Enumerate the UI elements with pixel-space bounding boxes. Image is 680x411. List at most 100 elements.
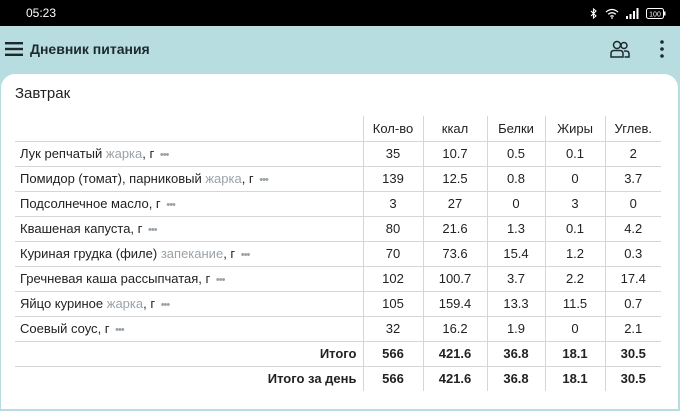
protein-cell: 1.3 <box>486 215 546 242</box>
day-total-carbs: 30.5 <box>604 365 661 391</box>
protein-cell: 15.4 <box>486 240 546 267</box>
carbs-cell: 0.7 <box>604 290 661 317</box>
menu-button[interactable] <box>1 26 27 72</box>
table-row[interactable]: Лук репчатый жарка, г ••• 35 10.7 0.5 0.… <box>15 140 661 167</box>
people-icon <box>610 40 630 58</box>
fat-cell: 0.1 <box>544 215 606 242</box>
protein-cell: 0.8 <box>486 165 546 192</box>
food-name: Куриная грудка (филе) <box>20 246 158 261</box>
meal-total-row: Итого 566 421.6 36.8 18.1 30.5 <box>15 340 661 367</box>
table-row[interactable]: Квашеная капуста, г ••• 80 21.6 1.3 0.1 … <box>15 215 661 242</box>
more-horizontal-icon[interactable]: ••• <box>115 324 125 336</box>
qty-cell: 3 <box>362 190 424 217</box>
status-bar: 05:23 100 <box>0 0 680 26</box>
total-carbs: 30.5 <box>604 340 661 367</box>
total-protein: 36.8 <box>486 340 546 367</box>
food-unit: , г <box>241 171 254 186</box>
more-horizontal-icon[interactable]: ••• <box>166 199 176 211</box>
nutrition-table: Кол-во ккал Белки Жиры Углев. Лук репчат… <box>15 116 661 391</box>
day-total-protein: 36.8 <box>486 365 546 391</box>
food-name-cell: Куриная грудка (филе) запекание, г ••• <box>15 240 364 267</box>
food-name-cell: Квашеная капуста, г ••• <box>15 215 364 242</box>
food-unit: , г <box>223 246 236 261</box>
header-qty: Кол-во <box>362 116 424 142</box>
food-name: Гречневая каша рассыпчатая <box>20 271 199 286</box>
more-horizontal-icon[interactable]: ••• <box>216 274 226 286</box>
signal-icon <box>626 7 639 19</box>
food-name-cell: Соевый соус, г ••• <box>15 315 364 342</box>
status-time: 05:23 <box>26 6 57 20</box>
food-name: Квашеная капуста <box>20 221 131 236</box>
kcal-cell: 10.7 <box>422 140 488 167</box>
protein-cell: 3.7 <box>486 265 546 292</box>
kcal-cell: 12.5 <box>422 165 488 192</box>
food-unit: , г <box>143 296 156 311</box>
header-protein: Белки <box>486 116 546 142</box>
more-options-button[interactable] <box>652 35 672 63</box>
cooking-method: жарка <box>105 146 143 161</box>
food-name: Подсолнечное масло <box>20 196 149 211</box>
header-kcal: ккал <box>422 116 488 142</box>
food-name-cell: Подсолнечное масло, г ••• <box>15 190 364 217</box>
qty-cell: 35 <box>362 140 424 167</box>
cooking-method: запекание <box>160 246 224 261</box>
battery-level: 100 <box>649 11 661 18</box>
carbs-cell: 2 <box>604 140 661 167</box>
header-name <box>15 116 364 142</box>
table-row[interactable]: Куриная грудка (филе) запекание, г ••• 7… <box>15 240 661 267</box>
carbs-cell: 4.2 <box>604 215 661 242</box>
food-name: Яйцо куриное <box>20 296 104 311</box>
bluetooth-icon <box>590 7 597 19</box>
kcal-cell: 27 <box>422 190 488 217</box>
status-icons: 100 <box>590 7 666 19</box>
more-horizontal-icon[interactable]: ••• <box>148 224 158 236</box>
fat-cell: 11.5 <box>544 290 606 317</box>
total-kcal: 421.6 <box>422 340 488 367</box>
food-name: Соевый соус <box>20 321 98 336</box>
table-row[interactable]: Гречневая каша рассыпчатая, г ••• 102 10… <box>15 265 661 292</box>
kcal-cell: 73.6 <box>422 240 488 267</box>
qty-cell: 80 <box>362 215 424 242</box>
day-total-kcal: 421.6 <box>422 365 488 391</box>
fat-cell: 1.2 <box>544 240 606 267</box>
cooking-method: жарка <box>106 296 144 311</box>
qty-cell: 70 <box>362 240 424 267</box>
battery-icon: 100 <box>646 7 666 19</box>
more-horizontal-icon[interactable]: ••• <box>241 249 251 261</box>
table-row[interactable]: Помидор (томат), парниковый жарка, г •••… <box>15 165 661 192</box>
protein-cell: 13.3 <box>486 290 546 317</box>
qty-cell: 32 <box>362 315 424 342</box>
fat-cell: 2.2 <box>544 265 606 292</box>
food-name-cell: Лук репчатый жарка, г ••• <box>15 140 364 167</box>
meal-card: Завтрак Кол-во ккал Белки Жиры Углев. Лу… <box>1 74 678 409</box>
more-horizontal-icon[interactable]: ••• <box>161 299 171 311</box>
food-name-cell: Гречневая каша рассыпчатая, г ••• <box>15 265 364 292</box>
fat-cell: 0.1 <box>544 140 606 167</box>
food-unit: , г <box>97 321 110 336</box>
protein-cell: 0 <box>486 190 546 217</box>
food-unit: , г <box>148 196 161 211</box>
table-row[interactable]: Яйцо куриное жарка, г ••• 105 159.4 13.3… <box>15 290 661 317</box>
food-name-cell: Помидор (томат), парниковый жарка, г ••• <box>15 165 364 192</box>
meal-title: Завтрак <box>15 85 71 102</box>
meal-total-label: Итого <box>15 340 364 367</box>
qty-cell: 105 <box>362 290 424 317</box>
app-title: Дневник питания <box>30 41 150 57</box>
qty-cell: 102 <box>362 265 424 292</box>
cooking-method: жарка <box>205 171 242 186</box>
header-carbs: Углев. <box>604 116 661 142</box>
food-unit: , г <box>130 221 143 236</box>
people-button[interactable] <box>606 35 634 63</box>
more-horizontal-icon[interactable]: ••• <box>160 149 170 161</box>
carbs-cell: 0 <box>604 190 661 217</box>
table-row[interactable]: Подсолнечное масло, г ••• 3 27 0 3 0 <box>15 190 661 217</box>
app-bar: Дневник питания <box>0 26 680 72</box>
table-header-row: Кол-во ккал Белки Жиры Углев. <box>15 116 661 142</box>
total-qty: 566 <box>362 340 424 367</box>
table-row[interactable]: Соевый соус, г ••• 32 16.2 1.9 0 2.1 <box>15 315 661 342</box>
protein-cell: 1.9 <box>486 315 546 342</box>
food-name: Лук репчатый <box>20 146 103 161</box>
kcal-cell: 16.2 <box>422 315 488 342</box>
more-horizontal-icon[interactable]: ••• <box>259 174 269 186</box>
food-unit: , г <box>198 271 211 286</box>
